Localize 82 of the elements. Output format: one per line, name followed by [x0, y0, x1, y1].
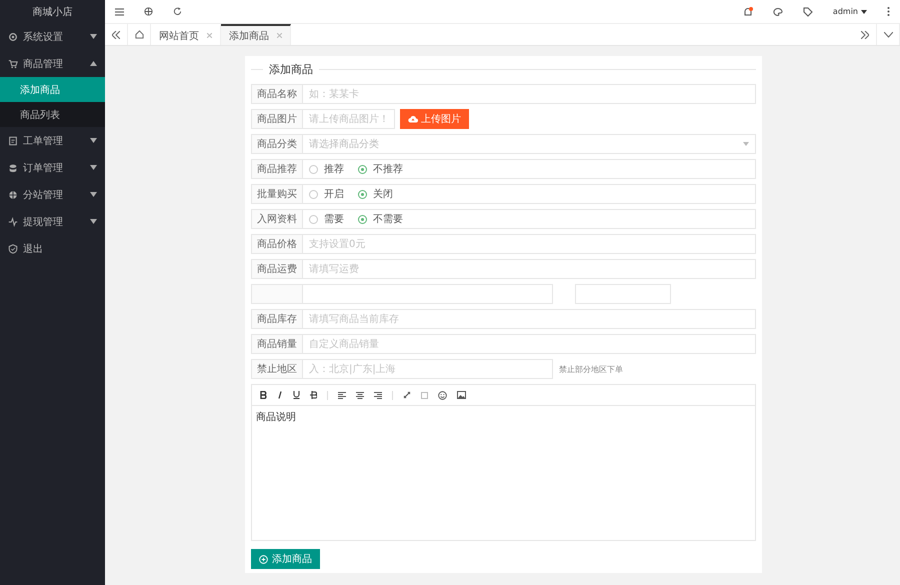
- shield-icon: [8, 244, 18, 254]
- home-icon[interactable]: [134, 30, 144, 39]
- label-cell: [251, 284, 303, 304]
- field-label: 商品名称: [251, 84, 303, 104]
- input-field[interactable]: [303, 284, 553, 304]
- field-label: 商品价格: [251, 234, 303, 254]
- database-icon: [8, 162, 18, 172]
- field-label: 禁止地区: [251, 359, 303, 379]
- double-chevron-left-icon[interactable]: [112, 30, 120, 38]
- plus-circle-icon: [259, 554, 268, 564]
- globe-icon[interactable]: [144, 7, 153, 16]
- radio-icon[interactable]: [309, 190, 318, 198]
- align-center-icon[interactable]: [356, 392, 364, 398]
- tag-icon[interactable]: [802, 6, 813, 16]
- radio-icon[interactable]: [358, 164, 367, 174]
- menu-icon[interactable]: [115, 8, 124, 16]
- radio-icon[interactable]: [358, 190, 367, 198]
- bold-icon[interactable]: [260, 391, 267, 399]
- input-field[interactable]: 请上传商品图片！: [303, 109, 395, 129]
- radio-option[interactable]: 开启: [309, 187, 344, 201]
- input-field[interactable]: [575, 284, 671, 304]
- input-field[interactable]: 请填写运费: [303, 259, 756, 279]
- sidebar-subitem[interactable]: 添加商品: [0, 77, 105, 102]
- radio-option[interactable]: 不推荐: [358, 162, 403, 176]
- sidebar-item[interactable]: 退出: [0, 235, 105, 262]
- pulse-icon: [8, 216, 18, 226]
- settings-icon: [8, 32, 18, 42]
- field-label: 商品销量: [251, 334, 303, 354]
- submit-button[interactable]: 添加商品: [251, 549, 320, 569]
- underline-icon[interactable]: [293, 391, 300, 399]
- radio-icon[interactable]: [309, 214, 318, 224]
- radio-icon[interactable]: [309, 164, 318, 174]
- field-label: 入网资料: [251, 209, 303, 229]
- tab[interactable]: 添加商品: [221, 24, 291, 45]
- input-field[interactable]: 支持设置0元: [303, 234, 756, 254]
- form-title: 添加商品: [269, 62, 313, 77]
- field-label: 商品运费: [251, 259, 303, 279]
- caret-icon: [743, 142, 749, 146]
- sidebar-item[interactable]: 商品管理: [0, 50, 105, 77]
- rich-text-editor[interactable]: 商品说明: [251, 384, 756, 541]
- radio-option[interactable]: 需要: [309, 212, 344, 226]
- field-label: 商品库存: [251, 309, 303, 329]
- sidebar-subitem[interactable]: 商品列表: [0, 102, 105, 127]
- input-field[interactable]: 请填写商品当前库存: [303, 309, 756, 329]
- input-field[interactable]: 入：北京|广东|上海: [303, 359, 553, 379]
- brand-title: 商城小店: [32, 6, 74, 20]
- image-icon[interactable]: [457, 391, 466, 399]
- sidebar-item[interactable]: 系统设置: [0, 23, 105, 50]
- bell-icon[interactable]: [742, 6, 753, 16]
- field-label: 商品图片: [251, 109, 303, 129]
- globe-icon: [8, 190, 18, 200]
- field-label: 商品推荐: [251, 159, 303, 179]
- user-menu[interactable]: admin: [832, 7, 858, 16]
- caret-icon[interactable]: [861, 10, 867, 14]
- editor-text: 商品说明: [256, 412, 296, 423]
- input-field[interactable]: 如：某某卡: [303, 84, 756, 104]
- chevron-down-icon[interactable]: [884, 32, 892, 38]
- radio-icon[interactable]: [358, 214, 367, 224]
- sidebar-item[interactable]: 分站管理: [0, 181, 105, 208]
- input-field[interactable]: 自定义商品销量: [303, 334, 756, 354]
- radio-option[interactable]: 不需要: [358, 212, 403, 226]
- refresh-icon[interactable]: [173, 7, 182, 16]
- field-hint: 禁止部分地区下单: [558, 364, 623, 376]
- strikethrough-icon[interactable]: [310, 391, 317, 399]
- cloud-upload-icon: [408, 115, 418, 123]
- document-icon: [8, 136, 18, 146]
- emoji-icon[interactable]: [438, 390, 447, 400]
- sidebar-item[interactable]: 工单管理: [0, 127, 105, 154]
- field-label: 批量购买: [251, 184, 303, 204]
- double-chevron-right-icon[interactable]: [861, 30, 869, 38]
- link-icon[interactable]: [403, 391, 411, 399]
- italic-icon[interactable]: [277, 391, 283, 399]
- radio-option[interactable]: 关闭: [358, 187, 393, 201]
- cart-icon: [8, 58, 18, 68]
- sidebar-item[interactable]: 订单管理: [0, 154, 105, 181]
- align-left-icon[interactable]: [338, 392, 346, 398]
- sidebar-item[interactable]: 提现管理: [0, 208, 105, 235]
- field-label: 商品分类: [251, 134, 303, 154]
- more-icon[interactable]: [887, 7, 890, 16]
- align-right-icon[interactable]: [374, 392, 382, 398]
- palette-icon[interactable]: [772, 6, 783, 16]
- radio-option[interactable]: 推荐: [309, 162, 344, 176]
